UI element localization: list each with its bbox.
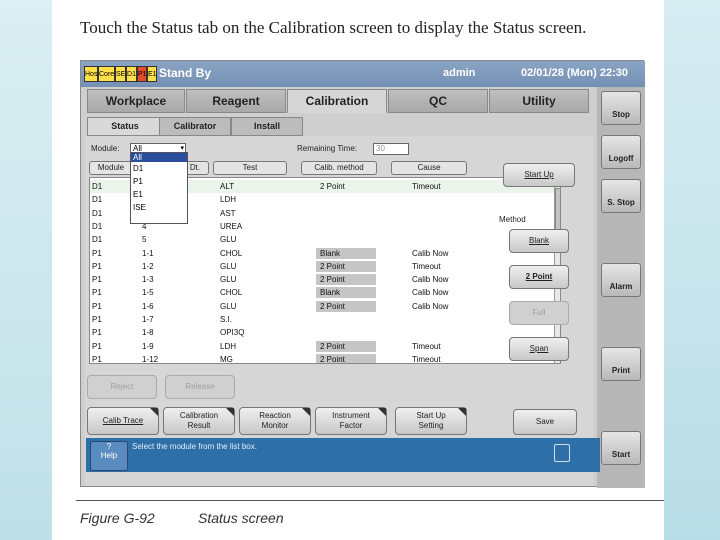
corner-marker-icon xyxy=(302,408,310,416)
table-row[interactable]: P1 1-5 CHOL Blank Calib Now xyxy=(90,286,554,299)
message-bar: Select the module from the list box. xyxy=(86,438,600,472)
col-calib-method[interactable]: Calib. method xyxy=(301,161,377,175)
reaction-monitor-button[interactable]: Reaction Monitor xyxy=(239,407,311,435)
calibration-result-button[interactable]: Calibration Result xyxy=(163,407,235,435)
col-test[interactable]: Test xyxy=(213,161,287,175)
indicator-d1: D1 xyxy=(126,66,137,82)
instruction-caption: Touch the Status tab on the Calibration … xyxy=(80,18,587,37)
two-point-button[interactable]: 2 Point xyxy=(509,265,569,289)
figure-number: Figure G-92 xyxy=(80,510,155,526)
subtab-calibrator[interactable]: Calibrator xyxy=(159,117,231,136)
question-icon: ? xyxy=(106,442,112,451)
page: Touch the Status tab on the Calibration … xyxy=(0,0,720,540)
subtab-install[interactable]: Install xyxy=(231,117,303,136)
table-row[interactable]: P1 1-6 GLU 2 Point Calib Now xyxy=(90,300,554,313)
system-status: Stand By xyxy=(159,66,212,80)
side-button-panel: Stop Logoff S. Stop Alarm Print Start xyxy=(597,87,645,488)
stop-button[interactable]: Stop xyxy=(601,91,641,125)
tab-qc[interactable]: QC xyxy=(388,89,488,113)
start-up-setting-button[interactable]: Start Up Setting xyxy=(395,407,467,435)
analyzer-screen: Host Core SE D1 P1 E1 Stand By admin 02/… xyxy=(80,60,645,488)
span-button[interactable]: Span xyxy=(509,337,569,361)
printer-icon xyxy=(554,444,570,462)
module-label: Module: xyxy=(91,144,120,153)
dropdown-option-ise[interactable]: ISE xyxy=(131,201,187,214)
help-button[interactable]: ? Help xyxy=(90,441,128,471)
remaining-time-label: Remaining Time: xyxy=(297,144,358,153)
table-row[interactable]: P1 1-8 OPI3Q xyxy=(90,326,554,339)
start-button[interactable]: Start xyxy=(601,431,641,465)
remaining-time-field: 30 xyxy=(373,143,409,155)
right-decor-strip xyxy=(664,0,720,540)
dropdown-option-e1[interactable]: E1 xyxy=(131,188,187,201)
indicator-host: Host xyxy=(84,66,99,82)
left-decor-strip xyxy=(0,0,52,540)
indicator-se: SE xyxy=(115,66,126,82)
caption-divider xyxy=(76,500,664,501)
blank-button[interactable]: Blank xyxy=(509,229,569,253)
table-row[interactable]: P1 1-9 LDH 2 Point Timeout xyxy=(90,340,554,353)
method-label: Method xyxy=(499,215,526,224)
indicator-e1: E1 xyxy=(147,66,157,82)
logoff-button[interactable]: Logoff xyxy=(601,135,641,169)
instrument-factor-button[interactable]: Instrument Factor xyxy=(315,407,387,435)
save-button[interactable]: Save xyxy=(513,409,577,435)
calib-trace-button[interactable]: Calib Trace xyxy=(87,407,159,435)
dropdown-option-all[interactable]: All xyxy=(131,153,187,162)
full-button: Full xyxy=(509,301,569,325)
date-time: 02/01/28 (Mon) 22:30 xyxy=(521,67,628,79)
indicator-p1: P1 xyxy=(137,66,147,82)
table-row[interactable]: P1 1-3 GLU 2 Point Calib Now xyxy=(90,273,554,286)
col-cause[interactable]: Cause xyxy=(391,161,467,175)
figure-title: Status screen xyxy=(198,510,284,526)
release-button: Release xyxy=(165,375,235,399)
table-row[interactable]: P1 1-7 S.I. xyxy=(90,313,554,326)
module-dropdown-list: All D1 P1 E1 ISE xyxy=(130,152,188,224)
reject-button: Reject xyxy=(87,375,157,399)
subtab-status[interactable]: Status xyxy=(87,117,163,136)
col-module[interactable]: Module xyxy=(89,161,133,175)
start-up-button[interactable]: Start Up xyxy=(503,163,575,187)
corner-marker-icon xyxy=(378,408,386,416)
help-label: Help xyxy=(100,451,118,460)
corner-marker-icon xyxy=(226,408,234,416)
table-row[interactable]: D1 5 GLU xyxy=(90,233,554,246)
alarm-button[interactable]: Alarm xyxy=(601,263,641,297)
tab-workplace[interactable]: Workplace xyxy=(87,89,185,113)
tab-reagent[interactable]: Reagent xyxy=(186,89,286,113)
corner-marker-icon xyxy=(150,408,158,416)
print-button[interactable]: Print xyxy=(601,347,641,381)
s-stop-button[interactable]: S. Stop xyxy=(601,179,641,213)
tab-calibration[interactable]: Calibration xyxy=(287,89,387,113)
indicator-core: Core xyxy=(98,66,115,82)
table-row[interactable]: P1 1-2 GLU 2 Point Timeout xyxy=(90,260,554,273)
title-bar: Host Core SE D1 P1 E1 Stand By admin 02/… xyxy=(81,61,645,87)
table-row[interactable]: P1 1-1 CHOL Blank Calib Now xyxy=(90,247,554,260)
user-name: admin xyxy=(443,67,476,79)
dropdown-option-d1[interactable]: D1 xyxy=(131,162,187,175)
dropdown-option-p1[interactable]: P1 xyxy=(131,175,187,188)
corner-marker-icon xyxy=(458,408,466,416)
table-row[interactable]: P1 1-12 MG 2 Point Timeout xyxy=(90,353,554,363)
tab-utility[interactable]: Utility xyxy=(489,89,589,113)
message-text: Select the module from the list box. xyxy=(132,442,257,451)
